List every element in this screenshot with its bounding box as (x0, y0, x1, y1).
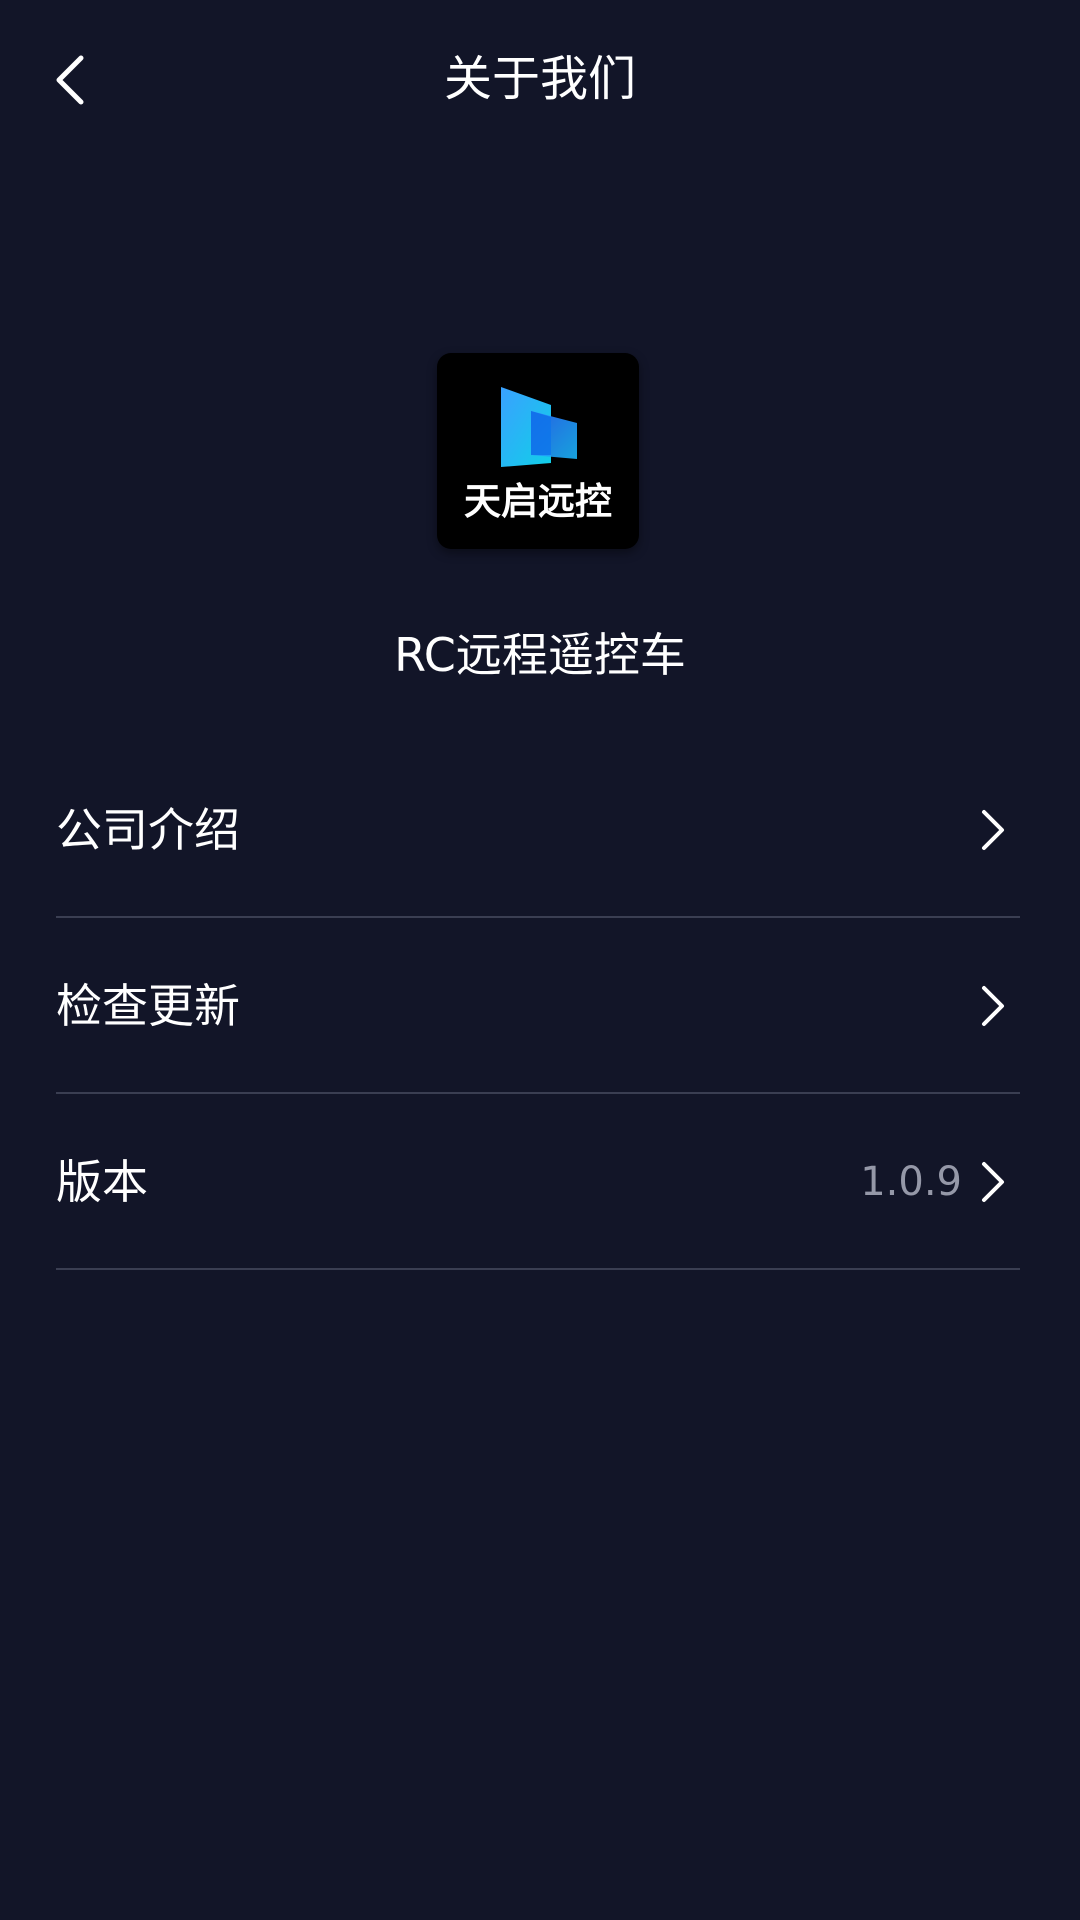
settings-menu: 公司介绍 检查更新 版本 1.0.9 (56, 742, 1020, 1270)
app-logo: 天启远控 (437, 353, 639, 549)
menu-item-version[interactable]: 版本 1.0.9 (56, 1094, 1020, 1270)
menu-item-right (978, 918, 1008, 1094)
menu-item-right (978, 742, 1008, 918)
menu-item-label: 公司介绍 (56, 803, 240, 857)
version-value: 1.0.9 (860, 1159, 962, 1205)
header-bar: 关于我们 (0, 0, 1080, 160)
about-us-page: 关于我们 天启远控 RC远程遥控车 公司介绍 检查更新 版本 1.0.9 (0, 0, 1080, 1920)
chevron-right-icon (982, 810, 1004, 850)
menu-item-company-intro[interactable]: 公司介绍 (56, 742, 1020, 918)
page-title: 关于我们 (443, 51, 636, 107)
menu-item-check-update[interactable]: 检查更新 (56, 918, 1020, 1094)
menu-item-label: 检查更新 (56, 979, 240, 1033)
menu-item-label: 版本 (56, 1155, 148, 1209)
menu-item-right: 1.0.9 (860, 1094, 1008, 1270)
logo-text: 天启远控 (464, 480, 612, 523)
chevron-right-icon (982, 1162, 1004, 1202)
logo-mark-icon (501, 387, 577, 467)
app-name: RC远程遥控车 (394, 628, 686, 682)
chevron-right-icon (982, 986, 1004, 1026)
